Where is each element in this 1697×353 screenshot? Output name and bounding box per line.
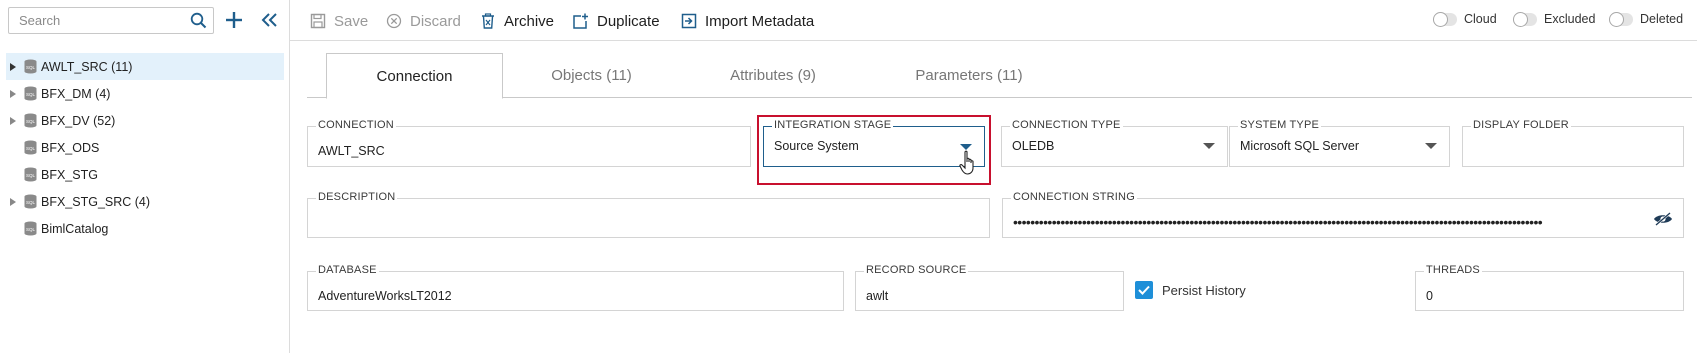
- expand-caret-icon[interactable]: [6, 87, 20, 101]
- search-input[interactable]: [9, 8, 179, 33]
- tree-item-bfx-ods[interactable]: SQL BFX_ODS: [6, 134, 284, 161]
- connection-type-label: CONNECTION TYPE: [1010, 119, 1123, 131]
- svg-text:SQL: SQL: [26, 65, 36, 70]
- svg-text:SQL: SQL: [26, 119, 36, 124]
- tree-item-label: BFX_ODS: [41, 140, 100, 155]
- threads-field[interactable]: THREADS 0: [1415, 264, 1684, 311]
- chevron-down-icon[interactable]: [1203, 143, 1215, 149]
- persist-history-checkbox[interactable]: Persist History: [1135, 281, 1246, 299]
- deleted-switch[interactable]: [1609, 11, 1633, 27]
- search-icon[interactable]: [190, 12, 207, 32]
- tab-objects[interactable]: Objects (11): [503, 53, 680, 98]
- eye-slash-icon[interactable]: [1653, 212, 1673, 226]
- tree-item-label: BFX_DM (4): [41, 86, 111, 101]
- system-type-select[interactable]: SYSTEM TYPE Microsoft SQL Server: [1229, 119, 1450, 167]
- svg-text:SQL: SQL: [26, 146, 36, 151]
- connection-string-field[interactable]: CONNECTION STRING ••••••••••••••••••••••…: [1002, 191, 1684, 238]
- display-folder-label: DISPLAY FOLDER: [1471, 119, 1571, 131]
- connection-string-label: CONNECTION STRING: [1011, 191, 1137, 203]
- save-icon: [310, 13, 326, 29]
- tab-parameters[interactable]: Parameters (11): [866, 53, 1072, 98]
- save-button[interactable]: Save: [310, 10, 368, 32]
- svg-text:SQL: SQL: [26, 200, 36, 205]
- deleted-toggle[interactable]: Deleted: [1609, 11, 1683, 27]
- description-label: DESCRIPTION: [316, 191, 398, 203]
- navigation-panel: SQL AWLT_SRC (11) SQL BFX_DM (4) SQL BFX…: [0, 0, 290, 353]
- connection-tree: SQL AWLT_SRC (11) SQL BFX_DM (4) SQL BFX…: [6, 53, 284, 242]
- cloud-switch[interactable]: [1433, 11, 1457, 27]
- database-value: AdventureWorksLT2012: [318, 289, 452, 303]
- record-source-label: RECORD SOURCE: [864, 264, 969, 276]
- excluded-toggle[interactable]: Excluded: [1513, 11, 1595, 27]
- tree-item-label: AWLT_SRC (11): [41, 59, 133, 74]
- threads-value: 0: [1426, 289, 1433, 303]
- integration-stage-select[interactable]: INTEGRATION STAGE Source System: [763, 119, 985, 167]
- database-icon: SQL: [24, 194, 37, 209]
- tree-item-bfx-dv[interactable]: SQL BFX_DV (52): [6, 107, 284, 134]
- connection-type-select[interactable]: CONNECTION TYPE OLEDB: [1001, 119, 1228, 167]
- excluded-switch[interactable]: [1513, 11, 1537, 27]
- system-type-label: SYSTEM TYPE: [1238, 119, 1322, 131]
- add-icon[interactable]: [223, 8, 245, 32]
- svg-text:SQL: SQL: [26, 227, 36, 232]
- display-folder-field[interactable]: DISPLAY FOLDER: [1462, 119, 1684, 167]
- database-icon: SQL: [24, 86, 37, 101]
- discard-button[interactable]: Discard: [386, 10, 461, 32]
- expand-caret-icon[interactable]: [6, 195, 20, 209]
- description-field[interactable]: DESCRIPTION: [307, 191, 990, 238]
- toolbar: Save Discard Archive Duplicate Import Me…: [290, 0, 1697, 41]
- import-icon: [681, 13, 697, 29]
- expand-caret-icon[interactable]: [6, 114, 20, 128]
- tab-bar: Connection Objects (11) Attributes (9) P…: [307, 53, 1692, 99]
- duplicate-icon: [573, 13, 588, 29]
- tree-item-bfx-stg-src[interactable]: SQL BFX_STG_SRC (4): [6, 188, 284, 215]
- tree-item-awlt-src[interactable]: SQL AWLT_SRC (11): [6, 53, 284, 80]
- threads-label: THREADS: [1424, 264, 1482, 276]
- svg-text:SQL: SQL: [26, 173, 36, 178]
- tree-item-bfx-stg[interactable]: SQL BFX_STG: [6, 161, 284, 188]
- tree-item-label: BFX_DV (52): [41, 113, 116, 128]
- duplicate-button[interactable]: Duplicate: [572, 10, 660, 32]
- connection-type-value: OLEDB: [1012, 139, 1055, 153]
- discard-icon: [386, 13, 402, 29]
- integration-stage-label: INTEGRATION STAGE: [772, 119, 894, 131]
- database-icon: SQL: [24, 140, 37, 155]
- persist-history-label: Persist History: [1162, 282, 1246, 298]
- tree-item-label: BFX_STG_SRC (4): [41, 194, 151, 209]
- database-field[interactable]: DATABASE AdventureWorksLT2012: [307, 264, 844, 311]
- integration-stage-value: Source System: [774, 139, 859, 153]
- system-type-value: Microsoft SQL Server: [1240, 139, 1360, 153]
- tab-attributes[interactable]: Attributes (9): [680, 53, 866, 98]
- tree-item-label: BimlCatalog: [41, 221, 109, 236]
- import-metadata-button[interactable]: Import Metadata: [681, 10, 814, 32]
- collapse-panel-icon[interactable]: [259, 8, 281, 32]
- record-source-value: awlt: [866, 289, 889, 303]
- hand-cursor-icon: [959, 150, 974, 175]
- connection-field[interactable]: CONNECTION AWLT_SRC: [307, 119, 751, 167]
- chevron-down-icon[interactable]: [1425, 143, 1437, 149]
- svg-text:SQL: SQL: [26, 92, 36, 97]
- tab-connection[interactable]: Connection: [326, 53, 503, 99]
- connection-label: CONNECTION: [316, 119, 396, 131]
- connection-string-value: ••••••••••••••••••••••••••••••••••••••••…: [1013, 218, 1543, 226]
- archive-icon: [482, 13, 494, 29]
- search-box: [8, 7, 214, 34]
- database-icon: SQL: [24, 167, 37, 182]
- connection-value: AWLT_SRC: [318, 144, 385, 158]
- tree-item-label: BFX_STG: [41, 167, 98, 182]
- checkbox-checked-icon[interactable]: [1135, 281, 1153, 299]
- database-label: DATABASE: [316, 264, 379, 276]
- expand-caret-icon[interactable]: [6, 60, 20, 74]
- tree-item-bimlcatalog[interactable]: SQL BimlCatalog: [6, 215, 284, 242]
- database-icon: SQL: [24, 221, 37, 236]
- tree-item-bfx-dm[interactable]: SQL BFX_DM (4): [6, 80, 284, 107]
- archive-button[interactable]: Archive: [480, 10, 554, 32]
- database-icon: SQL: [24, 113, 37, 128]
- record-source-field[interactable]: RECORD SOURCE awlt: [855, 264, 1124, 311]
- database-icon: SQL: [24, 59, 37, 74]
- cloud-toggle[interactable]: Cloud: [1433, 11, 1497, 27]
